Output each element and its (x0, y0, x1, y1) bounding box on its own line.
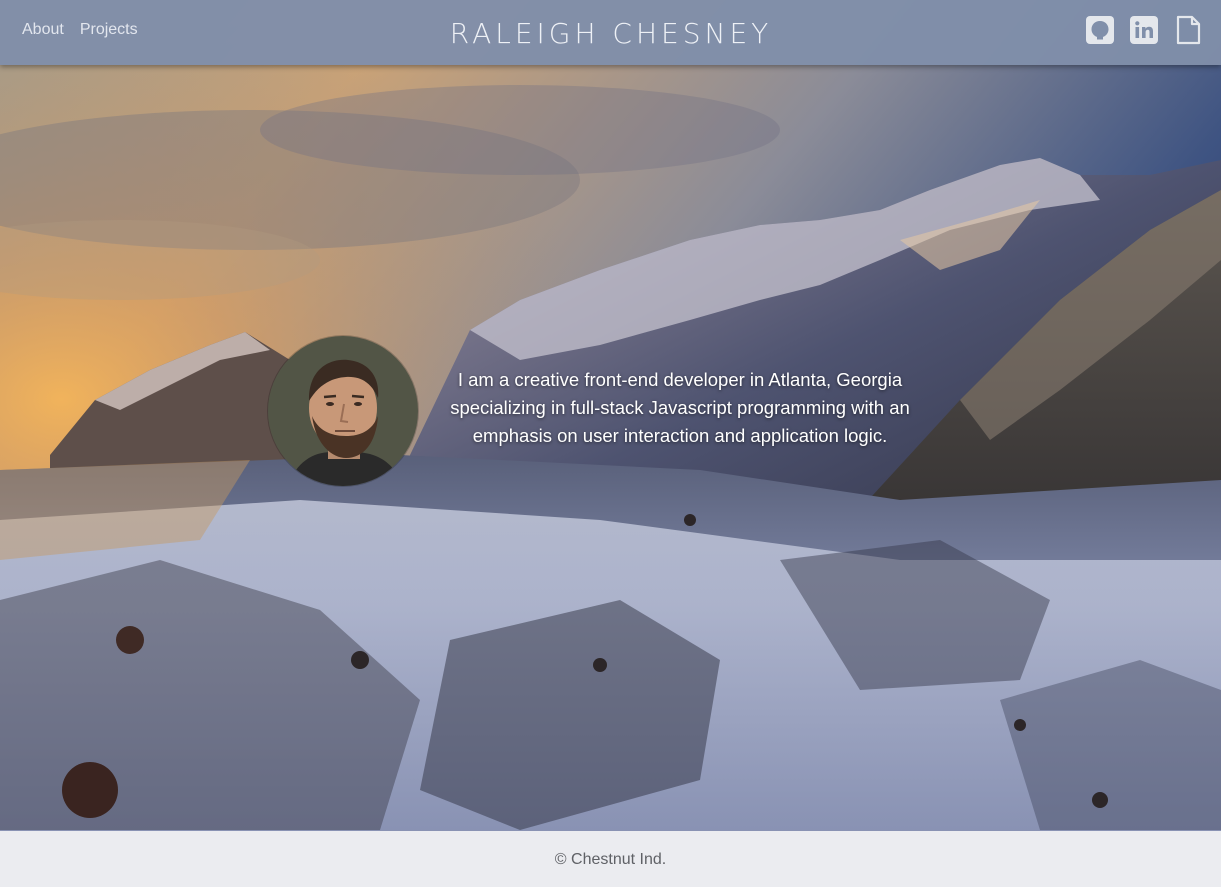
document-icon[interactable] (1173, 15, 1203, 45)
linkedin-icon[interactable] (1129, 15, 1159, 45)
site-title[interactable]: RALEIGH CHESNEY (446, 17, 776, 50)
intro-text: I am a creative front-end developer in A… (450, 369, 910, 446)
page: About Projects RALEIGH CHESNEY I am a cr… (0, 0, 1221, 887)
copyright-text: © Chestnut Ind. (554, 851, 667, 868)
github-icon[interactable] (1085, 15, 1115, 45)
site-header: About Projects RALEIGH CHESNEY (0, 0, 1221, 65)
social-links (1085, 15, 1203, 45)
main-nav: About Projects (22, 21, 138, 39)
nav-link-about[interactable]: About (22, 21, 64, 39)
site-footer: © Chestnut Ind. (0, 831, 1221, 887)
profile-avatar (268, 336, 418, 486)
nav-link-projects[interactable]: Projects (80, 21, 138, 39)
